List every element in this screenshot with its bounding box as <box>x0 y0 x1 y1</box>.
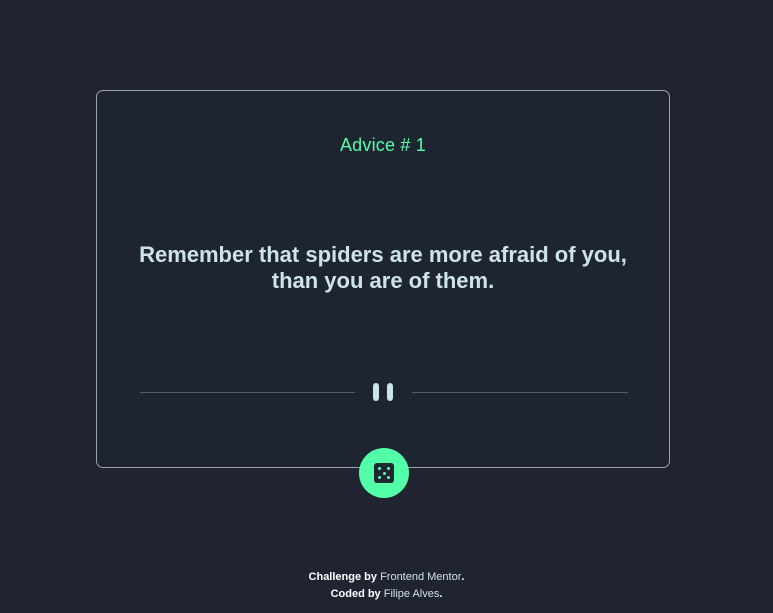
dice-icon <box>374 463 394 483</box>
dice-pip <box>387 467 390 470</box>
pause-bar-right <box>387 383 393 401</box>
dice-pip <box>378 467 381 470</box>
attribution-challenge-prefix: Challenge by <box>308 571 381 583</box>
advice-card: Advice # 1 Remember that spiders are mor… <box>96 90 670 468</box>
dice-pip <box>378 476 381 479</box>
attribution: Challenge by Frontend Mentor. Coded by F… <box>0 569 773 603</box>
divider-left <box>140 392 355 393</box>
author-link[interactable]: Filipe Alves <box>384 588 440 600</box>
divider-right <box>412 392 628 393</box>
attribution-coded-prefix: Coded by <box>330 588 384 600</box>
advice-quote: Remember that spiders are more afraid of… <box>127 242 639 294</box>
dice-pip <box>382 471 386 475</box>
dice-pip <box>387 476 390 479</box>
frontend-mentor-link[interactable]: Frontend Mentor <box>380 571 461 583</box>
attribution-coded: Coded by Filipe Alves. <box>0 586 773 603</box>
attribution-challenge-suffix: . <box>461 571 465 583</box>
pause-icon <box>373 383 395 401</box>
advice-quote-line-2: than you are of them. <box>271 268 495 293</box>
attribution-challenge: Challenge by Frontend Mentor. <box>0 569 773 586</box>
advice-quote-line-1: Remember that spiders are more afraid of… <box>139 242 627 267</box>
advice-id: Advice # 1 <box>339 135 427 155</box>
pause-bar-left <box>373 383 379 401</box>
attribution-coded-suffix: . <box>439 588 443 600</box>
new-advice-button[interactable] <box>359 448 409 498</box>
